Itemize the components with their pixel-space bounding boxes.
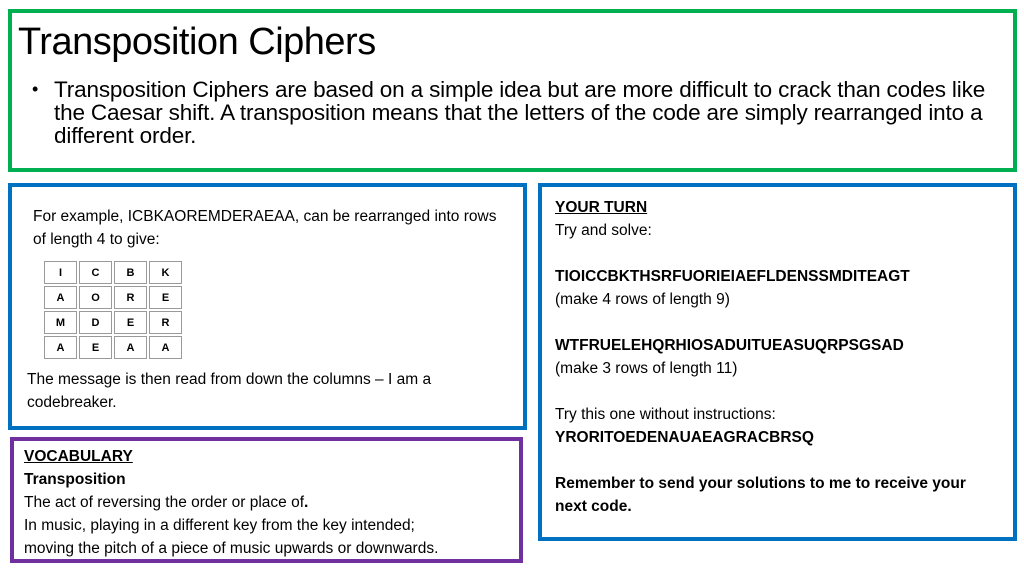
cipher-grid-cell: I	[44, 261, 77, 284]
cipher-grid: ICBKAOREMDERAEAA	[42, 259, 184, 361]
vocabulary-term: Transposition	[24, 471, 126, 488]
reminder-text: Remember to send your solutions to me to…	[555, 475, 966, 515]
bullet-icon: •	[32, 79, 39, 99]
cipher-grid-cell: R	[149, 311, 182, 334]
puzzle-3-prompt: Try this one without instructions:	[555, 406, 776, 423]
cipher-grid-cell: E	[149, 286, 182, 309]
vocabulary-definition-3: moving the pitch of a piece of music upw…	[24, 540, 439, 557]
your-turn-heading: YOUR TURN	[555, 199, 648, 216]
cipher-grid-row: ICBK	[44, 261, 182, 284]
cipher-grid-cell: A	[149, 336, 182, 359]
cipher-grid-row: AORE	[44, 286, 182, 309]
cipher-grid-cell: A	[114, 336, 147, 359]
cipher-grid-row: MDER	[44, 311, 182, 334]
cipher-grid-cell: E	[114, 311, 147, 334]
puzzle-2-code: WTFRUELEHQRHIOSADUITUEASUQRPSGSAD	[555, 337, 904, 354]
cipher-grid-cell: A	[44, 286, 77, 309]
vocabulary-content: VOCABULARY Transposition The act of reve…	[24, 445, 519, 560]
cipher-grid-cell: O	[79, 286, 112, 309]
puzzle-1-hint: (make 4 rows of length 9)	[555, 291, 730, 308]
puzzle-3-code: YRORITOEDENAUAEAGRACBRSQ	[555, 429, 814, 446]
cipher-grid-cell: R	[114, 286, 147, 309]
your-turn-content: YOUR TURN Try and solve: TIOICCBKTHSRFUO…	[555, 196, 1005, 518]
intro-bullet-text: Transposition Ciphers are based on a sim…	[54, 77, 986, 148]
cipher-grid-cell: K	[149, 261, 182, 284]
example-intro: For example, ICBKAOREMDERAEAA, can be re…	[33, 208, 497, 248]
puzzle-1-code: TIOICCBKTHSRFUORIEIAEFLDENSSMDITEAGT	[555, 268, 910, 285]
your-turn-prompt: Try and solve:	[555, 222, 652, 239]
intro-bullet: • Transposition Ciphers are based on a s…	[32, 78, 1007, 147]
puzzle-2-hint: (make 3 rows of length 11)	[555, 360, 738, 377]
cipher-grid-cell: B	[114, 261, 147, 284]
vocabulary-heading: VOCABULARY	[24, 448, 133, 465]
vocabulary-definition-2: In music, playing in a different key fro…	[24, 517, 415, 534]
example-conclusion: The message is then read from down the c…	[27, 371, 432, 411]
definition-1-period: .	[304, 494, 309, 511]
cipher-grid-cell: M	[44, 311, 77, 334]
cipher-grid-cell: C	[79, 261, 112, 284]
cipher-grid-row: AEAA	[44, 336, 182, 359]
cipher-grid-cell: D	[79, 311, 112, 334]
vocabulary-definition-1: The act of reversing the order or place …	[24, 491, 519, 514]
page-title: Transposition Ciphers	[18, 21, 376, 63]
cipher-grid-cell: A	[44, 336, 77, 359]
definition-1-text: The act of reversing the order or place …	[24, 494, 305, 511]
cipher-grid-cell: E	[79, 336, 112, 359]
